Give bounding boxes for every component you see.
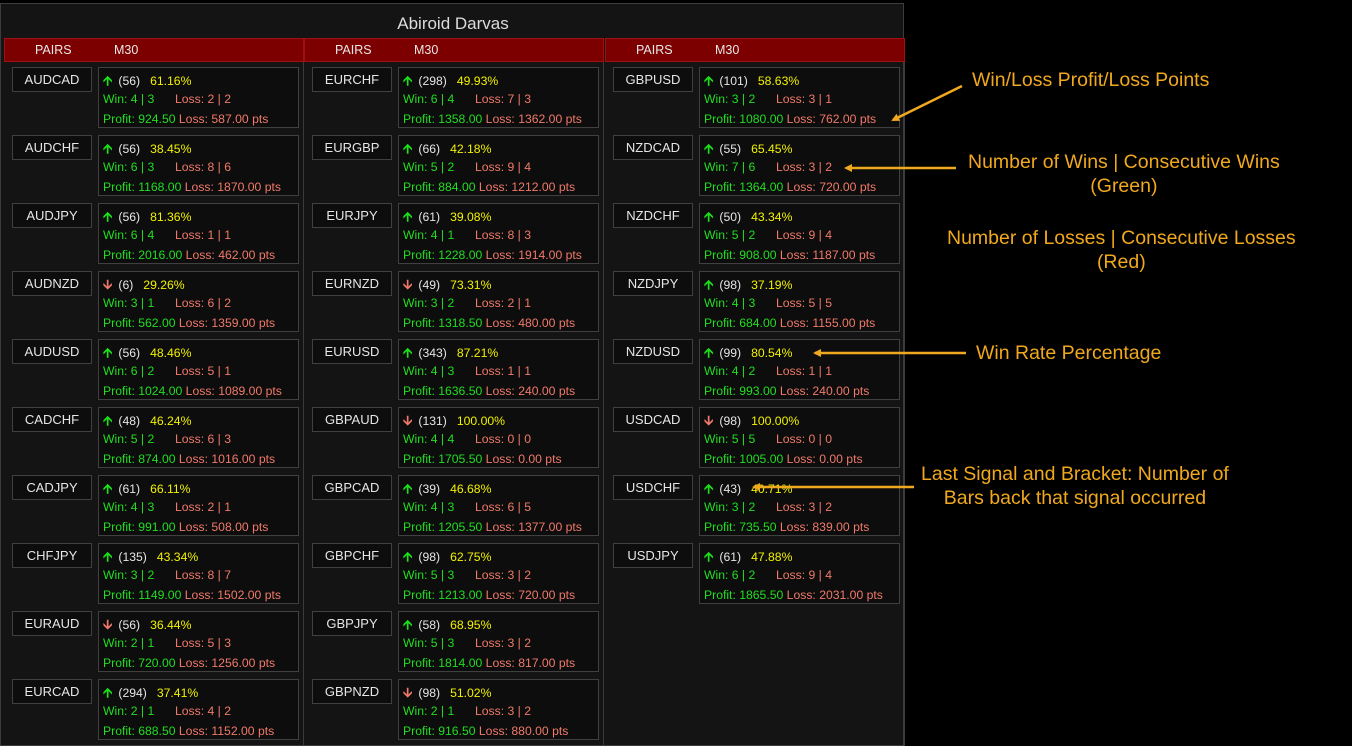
annotation-arrows [752,84,966,491]
arrow-profit-loss [891,84,963,122]
